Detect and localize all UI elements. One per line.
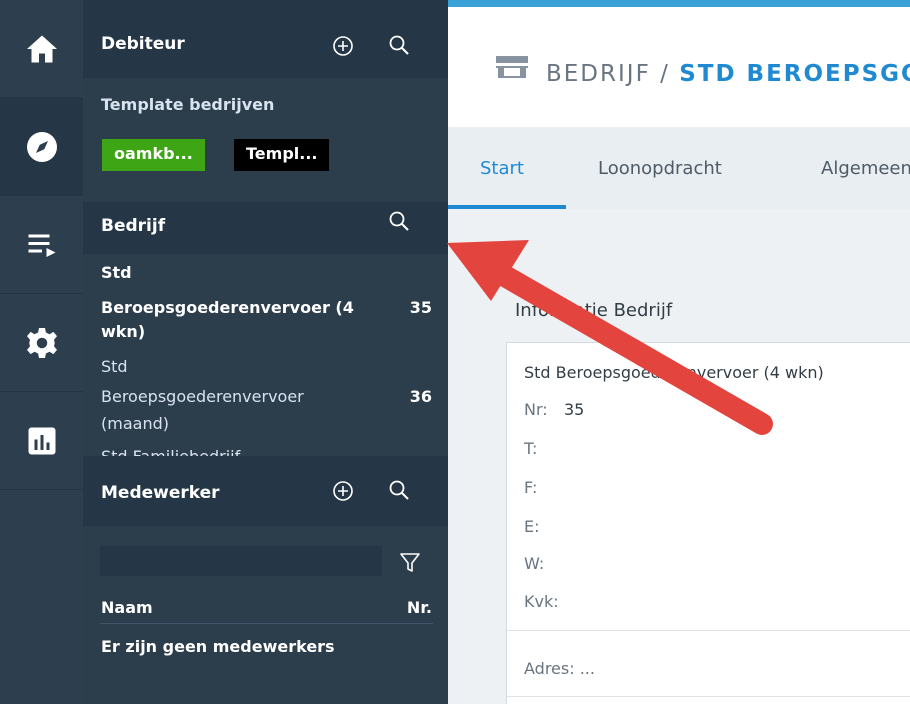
search-icon[interactable] (388, 210, 410, 232)
company-line: Std (101, 263, 132, 282)
company-line: wkn) (101, 322, 146, 341)
top-accent-bar (448, 0, 910, 7)
tab-bar: Start Loonopdracht Algemeen (448, 127, 910, 209)
nr-label: Nr: (524, 400, 548, 419)
tag-green[interactable]: oamkb... (102, 139, 205, 171)
gear-icon (26, 327, 57, 358)
search-icon[interactable] (388, 479, 410, 501)
fax-label: F: (524, 478, 538, 497)
add-circle-icon[interactable] (332, 480, 354, 502)
company-number: 35 (409, 298, 432, 317)
company-line: Beroepsgoederenvervoer (4 (101, 298, 354, 317)
tab-loonopdracht[interactable]: Loonopdracht (598, 158, 722, 179)
breadcrumb-separator: / (650, 61, 680, 87)
tab-start[interactable]: Start (480, 158, 524, 179)
filter-input[interactable] (100, 546, 382, 576)
medewerker-title: Medewerker (101, 483, 220, 503)
compass-icon (26, 131, 57, 162)
navigation-panel: Debiteur Template bedrijven oamkb... Tem… (83, 0, 448, 704)
kvk-label: Kvk: (524, 592, 559, 611)
home-icon (26, 35, 57, 62)
search-icon[interactable] (388, 34, 410, 56)
company-info-card: Std Beroepsgoederenvervoer (4 wkn) Nr: 3… (506, 342, 910, 704)
bedrijf-list-item[interactable]: Std Familiebedrijf (83, 441, 448, 456)
bedrijf-title: Bedrijf (101, 216, 166, 236)
phone-label: T: (524, 439, 538, 458)
card-divider (507, 696, 910, 697)
list-play-icon (28, 234, 55, 257)
column-name-header: Naam (101, 598, 153, 617)
rail-reports[interactable] (0, 392, 83, 490)
address-label[interactable]: Adres: ... (524, 659, 595, 678)
rail-settings[interactable] (0, 294, 83, 392)
icon-rail (0, 0, 83, 704)
email-label: E: (524, 517, 540, 536)
rail-list[interactable] (0, 196, 83, 294)
breadcrumb: BEDRIJF / STD BEROEPSGOEDERENVERVOER (4 … (546, 61, 910, 87)
nr-value: 35 (564, 400, 585, 419)
company-number: 36 (409, 387, 432, 406)
card-divider (507, 630, 910, 631)
website-label: W: (524, 554, 545, 573)
company-line: Std (101, 357, 128, 376)
debiteur-header: Debiteur (83, 0, 448, 78)
debiteur-name[interactable]: Template bedrijven (101, 95, 274, 114)
tab-algemeen[interactable]: Algemeen (821, 158, 910, 179)
breadcrumb-current: STD BEROEPSGOEDERENVERVOER (4 WKN) (679, 61, 910, 87)
rail-compass[interactable] (0, 98, 83, 196)
bar-chart-icon (28, 427, 55, 454)
card-company-name: Std Beroepsgoederenvervoer (4 wkn) (524, 363, 824, 382)
company-line: Beroepsgoederenvervoer (101, 387, 304, 406)
rail-home[interactable] (0, 0, 83, 98)
column-nr-header: Nr. (406, 598, 432, 617)
bedrijf-header: Bedrijf (83, 202, 448, 254)
main-content: BEDRIJF / STD BEROEPSGOEDERENVERVOER (4 … (448, 0, 910, 704)
medewerker-header: Medewerker (83, 456, 448, 526)
section-title: Informatie Bedrijf (515, 300, 673, 321)
company-line: Std Familiebedrijf (101, 447, 240, 456)
debiteur-title: Debiteur (101, 34, 185, 54)
breadcrumb-root[interactable]: BEDRIJF (546, 61, 651, 87)
filter-icon[interactable] (399, 551, 421, 573)
store-icon (496, 56, 528, 78)
tag-black[interactable]: Templ... (234, 139, 330, 171)
add-circle-icon[interactable] (332, 35, 354, 57)
empty-message: Er zijn geen medewerkers (101, 637, 335, 656)
column-divider (100, 623, 433, 624)
company-line: (maand) (101, 414, 169, 433)
